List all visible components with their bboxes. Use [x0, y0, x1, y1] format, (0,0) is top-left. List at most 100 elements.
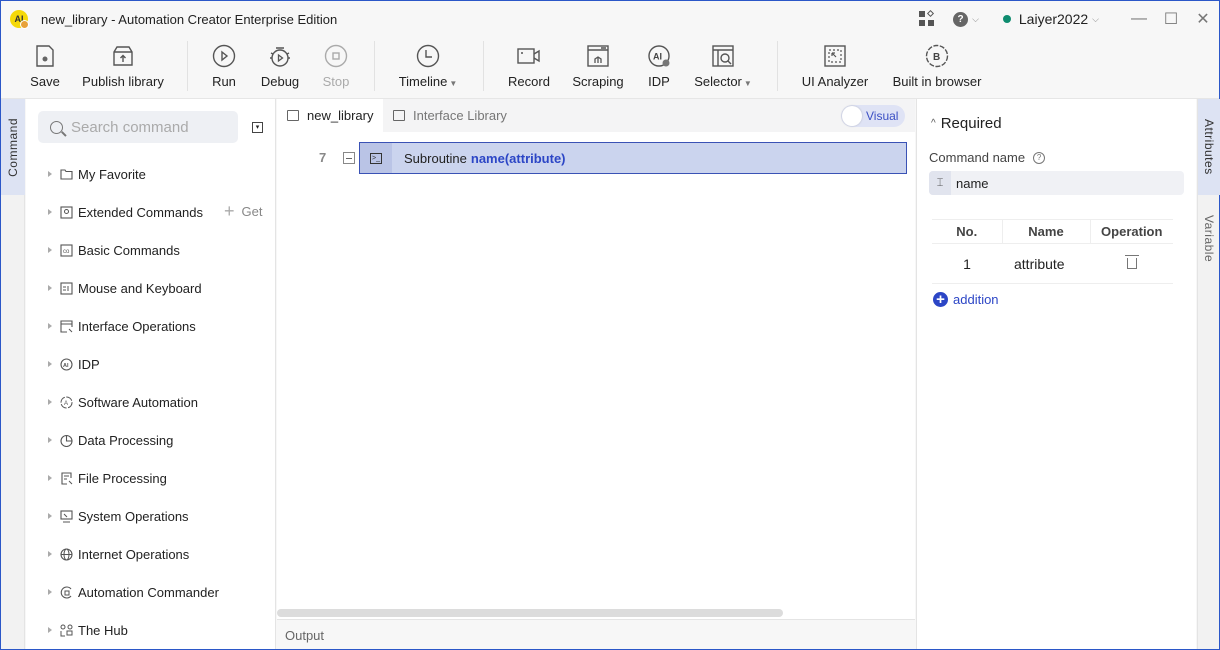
command-name-input[interactable] [956, 175, 1156, 191]
toolbar-separator [374, 41, 375, 91]
ui-analyzer-icon [824, 41, 846, 71]
publish-library-button[interactable]: Publish library [81, 37, 165, 97]
visual-toggle[interactable]: Visual [841, 105, 905, 127]
caret-down-icon: ▼ [743, 79, 752, 88]
scraping-icon [587, 41, 609, 71]
get-extended-commands-button[interactable]: + Get [224, 201, 262, 221]
stop-button[interactable]: Stop [321, 37, 351, 97]
automation-icon: A [60, 395, 73, 409]
tab-new-library[interactable]: new_library [277, 99, 384, 132]
online-status-icon [1002, 15, 1011, 23]
editor-area: new_library Interface Library Visual 7 >… [277, 99, 915, 649]
user-menu[interactable]: Laiyer2022 ⌵ [1019, 11, 1099, 27]
folder-icon [60, 168, 73, 181]
text-cursor-icon: ⌶ [929, 171, 951, 195]
help-menu[interactable]: ? ⌵ [953, 11, 979, 27]
built-in-browser-button[interactable]: B Built in browser [889, 37, 985, 97]
svg-text:B: B [933, 52, 940, 63]
add-parameter-button[interactable]: + addition [933, 292, 999, 307]
line-number: 7 [319, 150, 327, 165]
toolbar: Save Publish library Run Debug Stop Time… [1, 37, 1219, 99]
monitor-icon [60, 509, 73, 523]
tree-item-system-operations[interactable]: System Operations [48, 506, 189, 526]
command-panel: ▾ My Favorite Extended Commands + Get co… [26, 99, 276, 649]
commander-icon [60, 586, 73, 599]
expand-arrow-icon [48, 247, 52, 253]
help-icon: ? [953, 11, 969, 27]
toggle-knob [842, 106, 862, 126]
extension-icon [60, 205, 73, 219]
window-icon [60, 319, 73, 333]
tree-item-interface-operations[interactable]: Interface Operations [48, 316, 196, 336]
save-button[interactable]: Save [29, 37, 61, 97]
collapse-all-icon[interactable]: ▾ [252, 122, 263, 133]
code-line[interactable]: 7 >_ Subroutine name(attribute) [277, 142, 907, 174]
file-icon [60, 471, 73, 485]
row-name[interactable]: attribute [1002, 243, 1090, 284]
play-icon [212, 41, 236, 71]
app-logo: AI [10, 10, 29, 29]
tree-item-extended-commands[interactable]: Extended Commands [48, 202, 203, 222]
parameters-table: No. Name Operation 1 attribute [932, 219, 1173, 284]
apps-grid-icon[interactable] [919, 9, 935, 27]
header-operation: Operation [1089, 219, 1173, 244]
tree-item-the-hub[interactable]: The Hub [48, 620, 128, 640]
ai-icon: AI [647, 41, 671, 71]
table-row: 1 attribute [932, 243, 1173, 284]
expand-arrow-icon [48, 361, 52, 367]
keyboard-icon [60, 281, 73, 295]
pie-chart-icon [60, 434, 73, 447]
expand-arrow-icon [48, 513, 52, 519]
tab-interface-library[interactable]: Interface Library [383, 99, 517, 132]
expand-arrow-icon [48, 437, 52, 443]
record-button[interactable]: Record [507, 37, 551, 97]
help-icon[interactable]: ? [1033, 151, 1046, 164]
toolbar-separator [777, 41, 778, 91]
minimize-button[interactable]: — [1123, 1, 1155, 37]
selector-dropdown[interactable]: Selector ▼ [693, 37, 753, 97]
tree-item-file-processing[interactable]: File Processing [48, 468, 167, 488]
camera-icon [517, 41, 541, 71]
svg-text:co: co [63, 249, 70, 255]
interface-library-icon [393, 110, 405, 121]
scraping-button[interactable]: Scraping [571, 37, 625, 97]
chevron-down-icon: ⌵ [972, 13, 979, 24]
output-panel[interactable]: Output [277, 619, 915, 649]
expand-arrow-icon [48, 399, 52, 405]
caret-down-icon: ▼ [449, 79, 458, 88]
tab-command[interactable]: Command [1, 99, 25, 195]
tree-item-software-automation[interactable]: A Software Automation [48, 392, 198, 412]
clock-icon [416, 41, 440, 71]
tree-item-automation-commander[interactable]: Automation Commander [48, 582, 219, 602]
command-name-label: Command name ? [929, 150, 1046, 165]
horizontal-scrollbar[interactable] [277, 609, 783, 617]
close-button[interactable]: ✕ [1187, 1, 1219, 37]
debug-button[interactable]: Debug [259, 37, 301, 97]
search-input[interactable] [71, 118, 231, 136]
plus-icon: + [224, 201, 235, 221]
ui-analyzer-button[interactable]: UI Analyzer [801, 37, 869, 97]
tab-variable[interactable]: Variable [1198, 199, 1220, 279]
tree-item-mouse-and-keyboard[interactable]: Mouse and Keyboard [48, 278, 202, 298]
subroutine-block[interactable]: >_ Subroutine name(attribute) [359, 142, 907, 174]
trash-icon[interactable] [1124, 255, 1139, 269]
tree-item-basic-commands[interactable]: co Basic Commands [48, 240, 180, 260]
code-icon: co [60, 243, 73, 257]
save-icon [35, 41, 55, 71]
tab-attributes[interactable]: Attributes [1198, 99, 1220, 195]
idp-button[interactable]: AI IDP [645, 37, 673, 97]
run-button[interactable]: Run [209, 37, 239, 97]
tree-item-data-processing[interactable]: Data Processing [48, 430, 173, 450]
tree-item-my-favorite[interactable]: My Favorite [48, 164, 146, 184]
collapse-block-icon[interactable] [343, 152, 355, 164]
expand-arrow-icon [48, 475, 52, 481]
toolbar-separator [187, 41, 188, 91]
tree-item-idp[interactable]: AI IDP [48, 354, 100, 374]
tree-item-internet-operations[interactable]: Internet Operations [48, 544, 189, 564]
maximize-button[interactable]: ☐ [1155, 1, 1187, 37]
required-section-toggle[interactable]: ^ Required [931, 115, 1002, 132]
timeline-dropdown[interactable]: Timeline ▼ [397, 37, 459, 97]
search-icon [50, 120, 63, 134]
svg-text:AI: AI [63, 363, 69, 369]
terminal-icon: >_ [360, 143, 392, 173]
